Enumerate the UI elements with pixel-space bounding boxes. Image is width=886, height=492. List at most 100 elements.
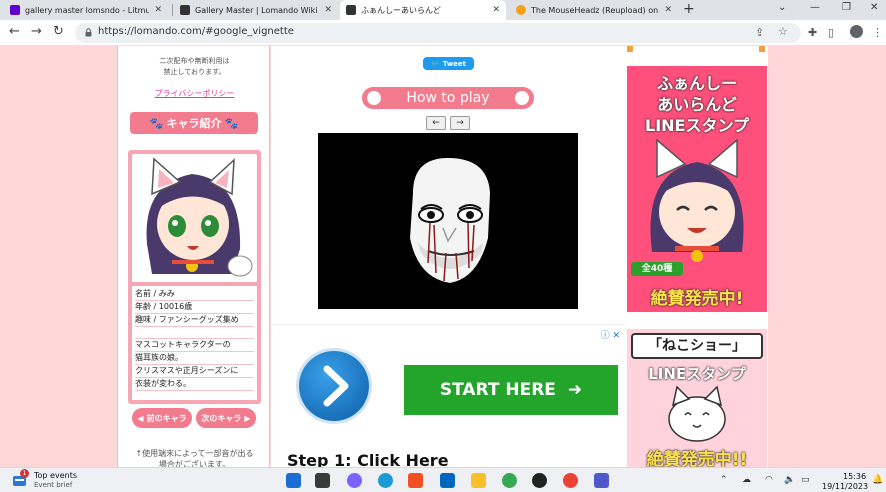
neko-show-stamp-banner[interactable]: 「ねこショー」 LINEスタンプ 絶賛発売中!! [627,329,767,467]
profile-line: 名前 / みみ [135,288,254,301]
paw-icon: 🐾 [224,116,239,130]
profile-line: 衣装が変わる。 [135,378,254,391]
ad-marker-icon [627,46,633,52]
tab-search-icon[interactable]: ⌄ [778,2,786,13]
chevron-up-icon[interactable]: ⌃ [720,475,728,485]
events-title[interactable]: Top events [34,471,77,480]
restore-icon[interactable]: ❐ [842,2,851,13]
share-icon[interactable]: ⇪ [755,26,764,39]
circle-icon [367,91,381,105]
store-icon[interactable] [408,473,423,488]
minimize-icon[interactable]: — [810,2,820,13]
bookmark-star-icon[interactable]: ☆ [778,25,788,38]
next-chara-label: 次のキャラ [201,413,242,423]
profile-line [135,327,254,339]
left-sidebar: 二次配布や無断利用は 禁止しております。 プライバシーポリシー 🐾 キャラ紹介 … [117,46,270,467]
forward-arrow-icon[interactable]: → [31,25,42,39]
site-favicon-icon [516,5,526,15]
cat-girl-mascot-image [132,154,257,282]
tab-mouseheadz[interactable]: The MouseHeadz (Reupload) on ✕ [510,0,678,20]
clock-date[interactable]: 19/11/2023 [822,482,868,491]
ad-choices-icon[interactable]: ⓘ ✕ [601,328,620,341]
circle-icon [515,91,529,105]
tab-lomando-wiki[interactable]: Gallery Master | Lomando Wiki | ✕ [174,0,338,20]
ad-marker-icon [759,46,765,52]
reload-icon[interactable]: ↻ [53,25,64,39]
right-sidebar: ふぁんしー あいらんど LINEスタンプ 全40種 絶賛発売中! 「ねこショー」… [625,46,768,467]
notification-bell-icon[interactable]: 🔔 [872,475,883,485]
copyright-notice: 二次配布や無断利用は 禁止しております。 [118,56,271,78]
game-canvas[interactable] [318,133,578,309]
banner-text: LINEスタンプ [648,365,746,383]
scary-mask-face-image [318,133,578,309]
start-here-label: START HERE [439,380,556,400]
tab-title: Gallery Master | Lomando Wiki | [195,5,320,15]
white-cat-image [668,385,726,442]
next-arrow-button[interactable]: → [450,116,470,130]
new-tab-button[interactable]: + [683,1,695,17]
teams-chat-icon[interactable] [347,473,362,488]
chevron-right-icon [323,365,349,407]
yahoo-favicon-icon [10,5,20,15]
url-text: https://lomando.com/#google_vignette [98,26,294,37]
step-one-heading[interactable]: Step 1: Click Here [287,451,449,467]
start-here-button[interactable]: START HERE ➜ [404,365,618,415]
address-bar[interactable]: https://lomando.com/#google_vignette ⇪ ☆ [75,23,801,43]
site-favicon-icon [346,5,356,15]
twitter-bird-icon: 🐦 [430,59,440,68]
tab-title: ふぁんしーあいらんど [361,5,441,15]
close-icon[interactable]: ✕ [154,5,162,15]
next-chara-button[interactable]: 次のキャラ ▶ [196,408,256,428]
tweet-button[interactable]: 🐦 Tweet [423,57,474,70]
taskbar: 1 Top events Event brief ⌃ ☁ ◠ 🔈 ▭ 15:36… [0,467,886,492]
battery-icon[interactable]: ▭ [801,475,810,485]
close-icon[interactable]: ✕ [492,5,500,15]
app-icon[interactable] [502,473,517,488]
extensions-icon[interactable]: ✚ [808,26,817,39]
app-icon[interactable] [532,473,547,488]
edge-icon[interactable] [378,473,393,488]
back-arrow-icon[interactable]: ← [9,25,20,39]
chara-profile: 名前 / みみ 年齢 / 10016歳 趣味 / ファンシーグッズ集め マスコッ… [132,286,257,400]
privacy-policy-link[interactable]: プライバシーポリシー [118,88,271,99]
clock-time[interactable]: 15:36 [843,472,866,481]
close-icon[interactable]: ✕ [664,5,672,15]
banner-text: 絶賛発売中!! [646,450,748,467]
tab-title: gallery master lomsndo - Litmus [25,5,150,15]
profile-avatar-icon[interactable] [850,25,863,38]
cloud-icon[interactable]: ☁ [742,475,751,485]
site-favicon-icon [180,5,190,15]
ad-arrow-circle[interactable] [299,351,369,421]
arrow-right-icon: ➜ [567,380,583,400]
events-subtitle: Event brief [34,481,73,489]
menu-kebab-icon[interactable]: ⋮ [872,26,883,39]
tweet-label: Tweet [442,59,467,68]
tab-litmus[interactable]: gallery master lomsndo - Litmus ✕ [4,0,168,20]
wifi-icon[interactable]: ◠ [765,475,773,485]
tab-fancy-island[interactable]: ふぁんしーあいらんど ✕ [340,0,506,20]
prev-arrow-button[interactable]: ← [426,116,446,130]
profile-line: クリスマスや正月シーズンに [135,365,254,378]
triangle-left-icon: ◀ [137,413,144,423]
chara-header-text: キャラ紹介 [166,117,222,130]
volume-icon[interactable]: 🔈 [784,475,795,485]
banner-text: 「ねこショー」 [631,333,763,359]
teams-icon[interactable] [594,473,609,488]
sidepanel-icon[interactable]: ▯ [828,26,834,39]
paw-icon: 🐾 [149,116,164,130]
prev-chara-button[interactable]: ◀ 前のキャラ [132,408,192,428]
profile-line: 趣味 / ファンシーグッズ集め [135,314,254,327]
close-icon[interactable]: ✕ [324,5,332,15]
task-view-icon[interactable] [315,473,330,488]
close-window-icon[interactable]: ✕ [870,2,878,13]
prev-chara-label: 前のキャラ [146,413,187,423]
chrome-icon[interactable] [563,473,578,488]
windows-start-icon[interactable] [286,473,301,488]
badge-count: 全40種 [631,262,683,276]
advertisement[interactable]: ⓘ ✕ START HERE ➜ Step 1: Click Here [274,324,626,467]
line-stamp-banner[interactable]: ふぁんしー あいらんど LINEスタンプ 全40種 絶賛発売中! [627,66,767,312]
notice-line: 二次配布や無断利用は [159,57,230,65]
file-explorer-icon[interactable] [471,473,486,488]
how-to-play-button[interactable]: How to play [362,87,534,109]
app-icon[interactable] [440,473,455,488]
